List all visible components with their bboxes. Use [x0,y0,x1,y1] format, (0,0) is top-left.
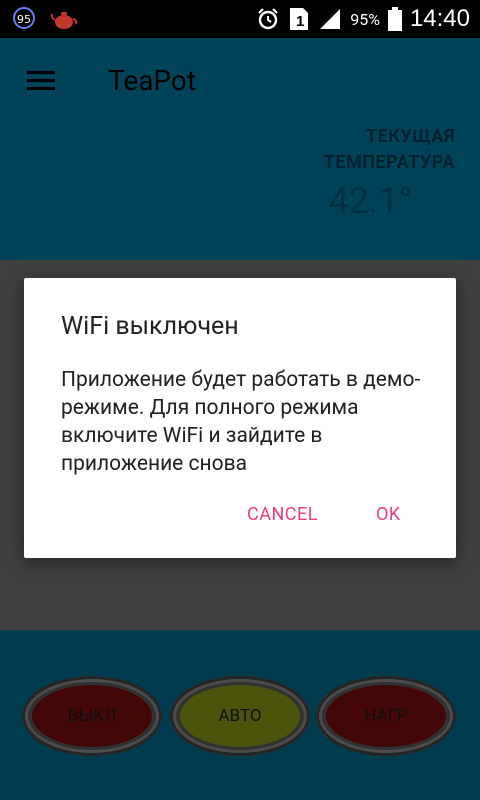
notification-count-icon: 95 [13,7,35,29]
cancel-button[interactable]: CANCEL [247,504,318,525]
teapot-icon [50,12,78,29]
ok-button[interactable]: OK [376,504,401,525]
status-bar: 95 1 95% 14:40 [0,0,480,38]
sim-icon: 1 [290,8,309,30]
alarm-icon [258,8,278,30]
battery-percent: 95% [350,9,380,29]
battery-icon [387,7,402,31]
sim-indicator: 1 [296,13,304,30]
signal-icon [320,9,341,29]
status-icons: 1 95% 14:40 [256,0,470,38]
dialog-title: WiFi выключен [61,312,239,341]
clock: 14:40 [409,5,470,32]
wifi-dialog: WiFi выключен Приложение будет работать … [24,278,456,558]
dialog-message: Приложение будет работать в демо-режиме.… [61,368,421,476]
